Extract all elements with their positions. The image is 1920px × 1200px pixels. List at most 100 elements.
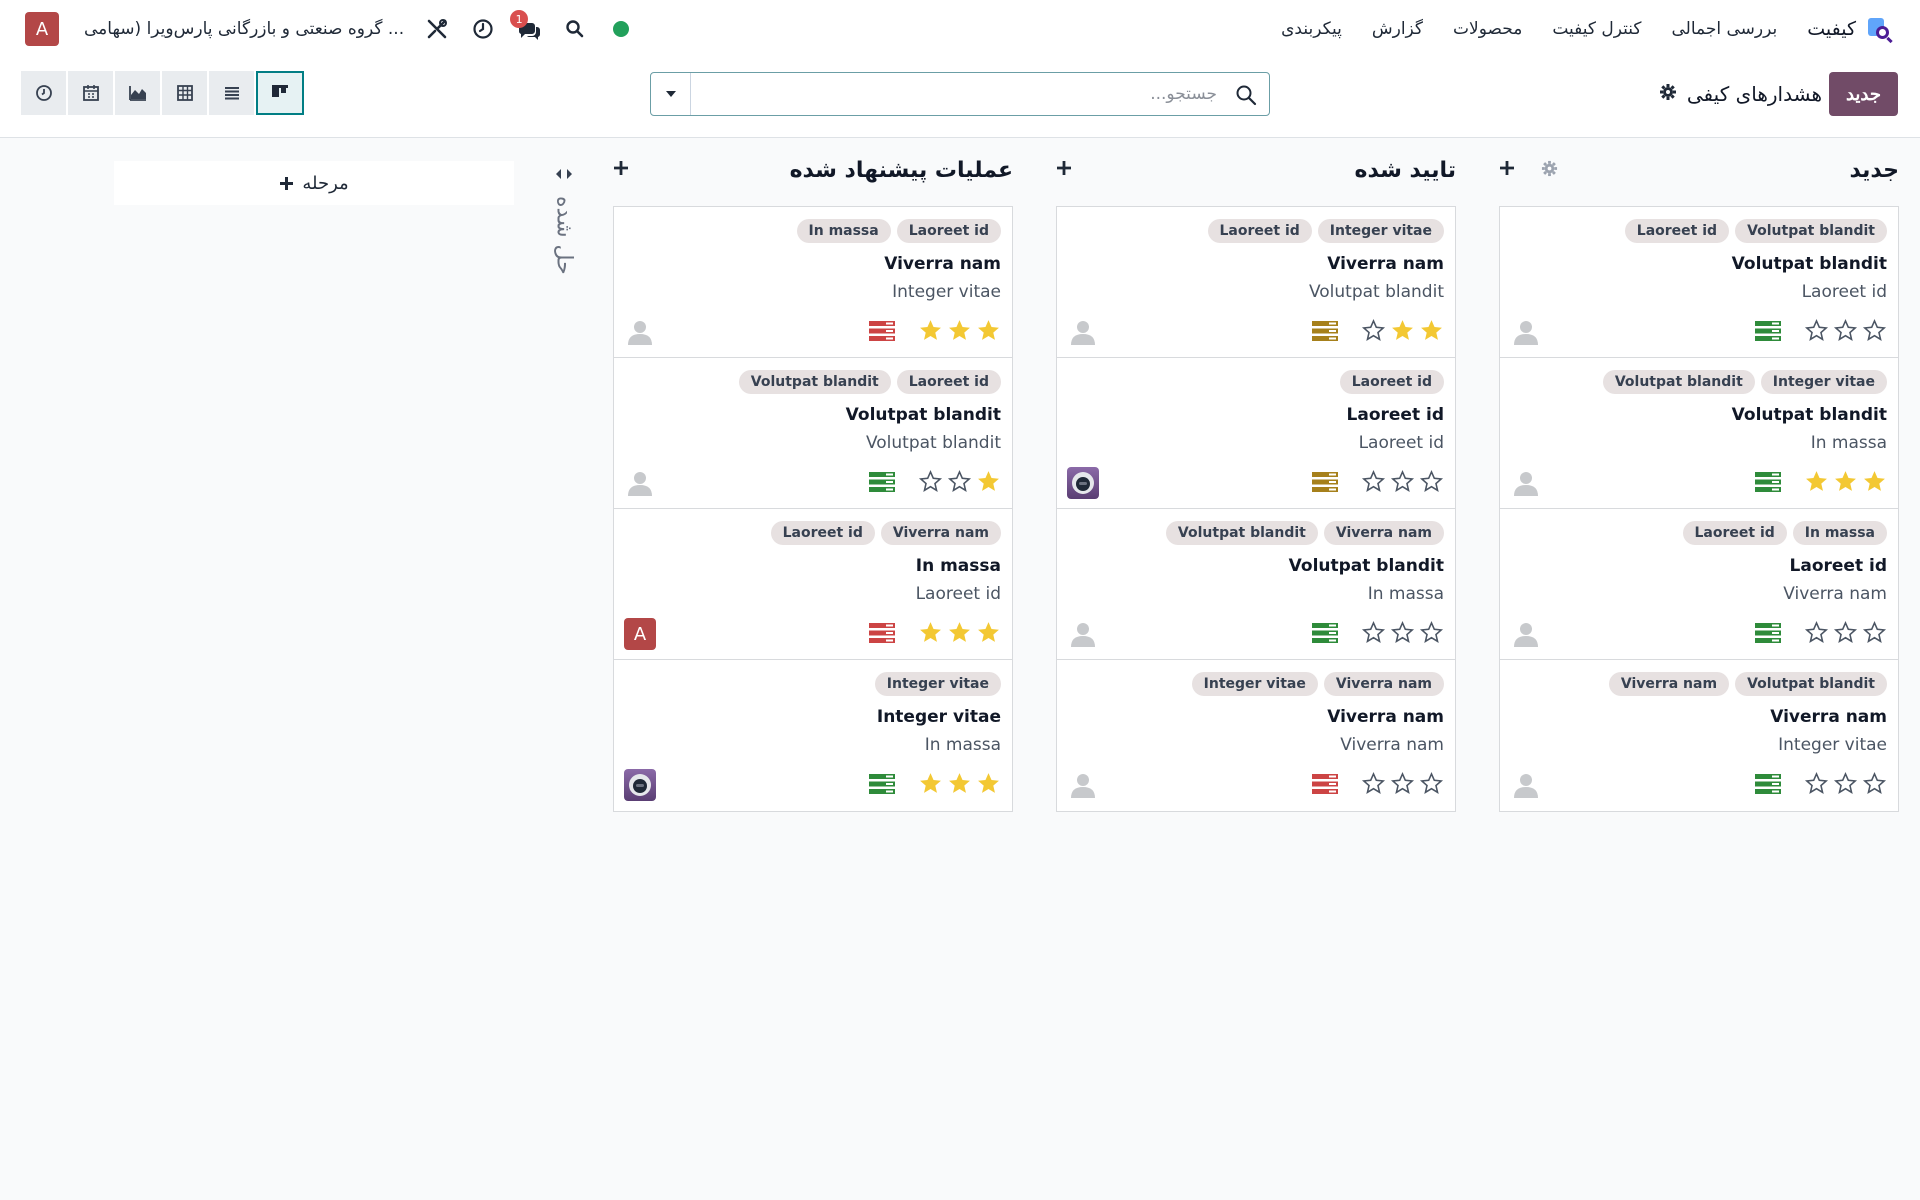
- status-bars-icon[interactable]: [869, 623, 895, 643]
- gear-icon[interactable]: [1659, 82, 1677, 106]
- new-record-button[interactable]: جدید: [1828, 72, 1898, 116]
- star-icon[interactable]: [947, 318, 972, 347]
- kanban-card[interactable]: Laoreet id Volutpat blandit Volutpat bland…: [614, 358, 1012, 509]
- kanban-card[interactable]: Laoreet id Laoreet id Laoreet id: [1057, 358, 1455, 509]
- star-icon[interactable]: [947, 469, 972, 498]
- kanban-card[interactable]: Integer vitae Volutpat blandit Volutpat bl…: [1500, 358, 1898, 509]
- kanban-card[interactable]: Viverra nam Volutpat blandit Volutpat blan…: [1057, 509, 1455, 660]
- user-placeholder-icon[interactable]: [1067, 316, 1099, 348]
- messaging-icon[interactable]: 1: [510, 10, 542, 42]
- star-icon[interactable]: [1833, 771, 1858, 800]
- bot-avatar[interactable]: [624, 769, 656, 801]
- search-icon[interactable]: [1235, 84, 1257, 106]
- star-icon[interactable]: [976, 318, 1001, 347]
- quick-create-plus-icon[interactable]: [1499, 160, 1515, 180]
- search-input[interactable]: [693, 73, 1223, 115]
- star-icon[interactable]: [1862, 620, 1887, 649]
- list-view-button[interactable]: [209, 71, 254, 115]
- status-bars-icon[interactable]: [869, 321, 895, 341]
- star-icon[interactable]: [1419, 469, 1444, 498]
- status-bars-icon[interactable]: [869, 472, 895, 492]
- user-placeholder-icon[interactable]: [1510, 769, 1542, 801]
- star-icon[interactable]: [1390, 771, 1415, 800]
- kanban-card[interactable]: Laoreet id In massa Viverra nam Integer vit…: [614, 207, 1012, 358]
- star-icon[interactable]: [1361, 620, 1386, 649]
- menu-reporting[interactable]: گزارش: [1372, 19, 1423, 39]
- quick-create-plus-icon[interactable]: [1056, 160, 1072, 180]
- add-stage-button[interactable]: مرحله: [114, 161, 514, 205]
- kanban-card[interactable]: Integer vitae Integer vitae In massa: [614, 660, 1012, 811]
- star-icon[interactable]: [1804, 469, 1829, 498]
- star-icon[interactable]: [918, 620, 943, 649]
- calendar-view-button[interactable]: [68, 71, 113, 115]
- user-placeholder-icon[interactable]: [1067, 618, 1099, 650]
- star-icon[interactable]: [1390, 318, 1415, 347]
- kanban-card[interactable]: Viverra nam Integer vitae Viverra nam Viver…: [1057, 660, 1455, 811]
- user-placeholder-icon[interactable]: [1510, 618, 1542, 650]
- column-title[interactable]: تایید شده: [1355, 158, 1456, 183]
- star-icon[interactable]: [1862, 469, 1887, 498]
- status-bars-icon[interactable]: [869, 774, 895, 794]
- menu-quality-control[interactable]: کنترل کیفیت: [1552, 19, 1641, 39]
- status-bars-icon[interactable]: [1312, 623, 1338, 643]
- kanban-card[interactable]: Volutpat blandit Laoreet id Volutpat bland…: [1500, 207, 1898, 358]
- star-icon[interactable]: [918, 318, 943, 347]
- debug-tools-icon[interactable]: [424, 16, 450, 42]
- star-icon[interactable]: [1804, 318, 1829, 347]
- column-title[interactable]: جدید: [1849, 158, 1899, 183]
- user-placeholder-icon[interactable]: [1510, 316, 1542, 348]
- star-icon[interactable]: [1361, 469, 1386, 498]
- quick-create-plus-icon[interactable]: [613, 160, 629, 180]
- kanban-card[interactable]: Integer vitae Laoreet id Viverra nam Volutp…: [1057, 207, 1455, 358]
- folded-column-resolved[interactable]: حل شده: [552, 168, 577, 275]
- star-icon[interactable]: [947, 620, 972, 649]
- status-bars-icon[interactable]: [1755, 774, 1781, 794]
- search-icon[interactable]: [562, 16, 588, 42]
- user-placeholder-icon[interactable]: [1067, 769, 1099, 801]
- menu-overview[interactable]: بررسی اجمالی: [1671, 19, 1777, 39]
- star-icon[interactable]: [1833, 318, 1858, 347]
- star-icon[interactable]: [947, 771, 972, 800]
- star-icon[interactable]: [1390, 620, 1415, 649]
- star-icon[interactable]: [1361, 771, 1386, 800]
- status-bars-icon[interactable]: [1312, 472, 1338, 492]
- status-bars-icon[interactable]: [1312, 774, 1338, 794]
- kanban-card[interactable]: Volutpat blandit Viverra nam Viverra nam In…: [1500, 660, 1898, 811]
- status-bars-icon[interactable]: [1312, 321, 1338, 341]
- status-bars-icon[interactable]: [1755, 321, 1781, 341]
- star-icon[interactable]: [976, 469, 1001, 498]
- kanban-card[interactable]: In massa Laoreet id Laoreet id Viverra nam: [1500, 509, 1898, 660]
- app-brand[interactable]: کیفیت: [1807, 16, 1892, 42]
- status-bars-icon[interactable]: [1755, 623, 1781, 643]
- star-icon[interactable]: [976, 620, 1001, 649]
- menu-configuration[interactable]: پیکربندی: [1281, 19, 1342, 39]
- star-icon[interactable]: [1419, 620, 1444, 649]
- status-bars-icon[interactable]: [1755, 472, 1781, 492]
- menu-products[interactable]: محصولات: [1453, 19, 1522, 39]
- star-icon[interactable]: [1833, 620, 1858, 649]
- user-placeholder-icon[interactable]: [624, 316, 656, 348]
- user-placeholder-icon[interactable]: [624, 467, 656, 499]
- graph-view-button[interactable]: [115, 71, 160, 115]
- star-icon[interactable]: [1804, 620, 1829, 649]
- star-icon[interactable]: [918, 469, 943, 498]
- company-switcher[interactable]: گروه صنعتی و بازرگانی پارس‌ویرا (سهامی .…: [84, 19, 404, 39]
- activity-view-button[interactable]: [21, 71, 66, 115]
- star-icon[interactable]: [1833, 469, 1858, 498]
- column-title[interactable]: عملیات پیشنهاد شده: [790, 158, 1013, 183]
- bot-avatar[interactable]: [1067, 467, 1099, 499]
- user-placeholder-icon[interactable]: [1510, 467, 1542, 499]
- star-icon[interactable]: [1390, 469, 1415, 498]
- star-icon[interactable]: [1419, 318, 1444, 347]
- kanban-card[interactable]: Viverra nam Laoreet id In massa Laoreet id A: [614, 509, 1012, 660]
- star-icon[interactable]: [1804, 771, 1829, 800]
- star-icon[interactable]: [918, 771, 943, 800]
- user-avatar[interactable]: A: [25, 12, 59, 46]
- star-icon[interactable]: [1862, 318, 1887, 347]
- star-icon[interactable]: [1361, 318, 1386, 347]
- kanban-view-button[interactable]: [256, 71, 304, 115]
- activity-clock-icon[interactable]: [470, 16, 496, 42]
- column-settings-gear-icon[interactable]: [1541, 160, 1558, 181]
- user-avatar[interactable]: A: [624, 618, 656, 650]
- star-icon[interactable]: [976, 771, 1001, 800]
